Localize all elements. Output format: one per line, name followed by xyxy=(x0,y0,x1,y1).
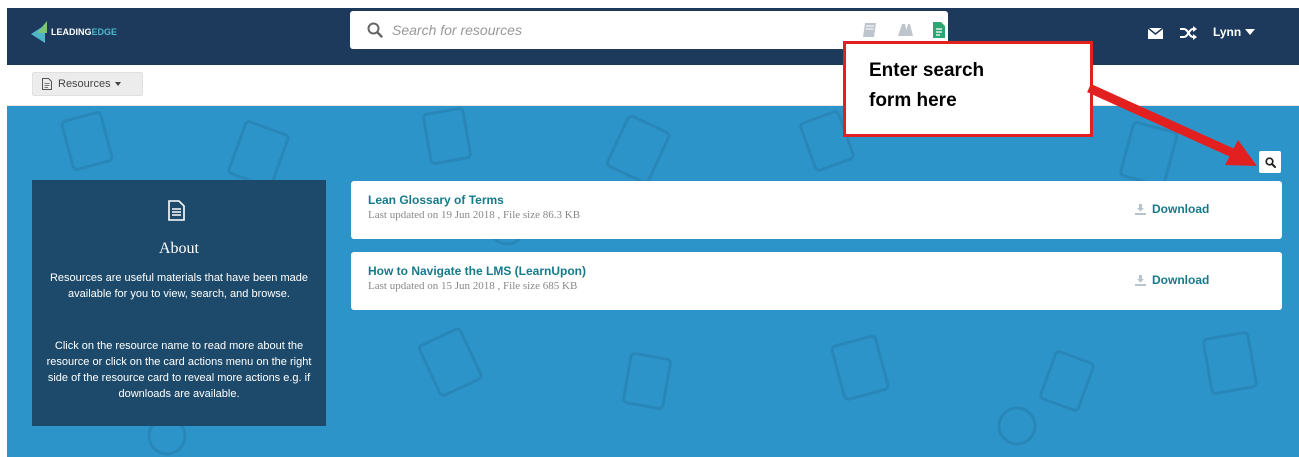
sub-navigation-bar: Resources xyxy=(7,65,1299,106)
caret-down-icon xyxy=(114,82,121,86)
resource-meta: Last updated on 19 Jun 2018 , File size … xyxy=(368,209,581,221)
callout-line-1: Enter search xyxy=(869,60,985,81)
about-panel: About Resources are useful materials tha… xyxy=(32,180,326,426)
callout-line-2: form here xyxy=(869,90,957,111)
download-icon xyxy=(1135,274,1146,286)
document-icon xyxy=(168,200,185,221)
download-button[interactable]: Download xyxy=(1135,273,1209,287)
user-menu[interactable]: Lynn xyxy=(1213,25,1256,39)
download-icon xyxy=(1135,203,1146,215)
download-label: Download xyxy=(1152,202,1210,216)
resource-title-link[interactable]: How to Navigate the LMS (LearnUpon) xyxy=(368,264,586,278)
resources-dropdown-label: Resources xyxy=(58,78,111,90)
document-icon[interactable] xyxy=(931,21,947,39)
logo-mark-icon xyxy=(31,21,49,43)
document-icon xyxy=(42,78,52,90)
about-instructions: Click on the resource name to read more … xyxy=(46,340,312,400)
logo[interactable]: LEADINGEDGE xyxy=(31,21,117,43)
resources-dropdown-button[interactable]: Resources xyxy=(32,72,143,96)
resource-card: Lean Glossary of Terms Last updated on 1… xyxy=(351,181,1282,239)
logo-text: LEADINGEDGE xyxy=(51,27,118,37)
book-icon[interactable] xyxy=(862,21,878,39)
shuffle-icon[interactable] xyxy=(1180,26,1197,40)
search-toggle-button[interactable] xyxy=(1259,151,1281,173)
chevron-down-icon xyxy=(1245,29,1256,35)
about-title: About xyxy=(159,240,199,257)
user-name: Lynn xyxy=(1213,25,1242,39)
top-navigation-bar: LEADINGEDGE Search for resources Lynn xyxy=(7,8,1299,65)
resource-title-link[interactable]: Lean Glossary of Terms xyxy=(368,193,504,207)
app-window: LEADINGEDGE Search for resources Lynn Re… xyxy=(7,8,1299,457)
search-icon xyxy=(367,22,383,38)
about-description: Resources are useful materials that have… xyxy=(49,272,309,300)
search-icon xyxy=(1264,156,1276,168)
search-input[interactable] xyxy=(392,19,822,41)
download-button[interactable]: Download xyxy=(1135,202,1209,216)
resources-main-area: About Resources are useful materials tha… xyxy=(7,106,1299,457)
link-icon[interactable] xyxy=(897,21,913,39)
mail-icon[interactable] xyxy=(1148,28,1163,39)
resource-meta: Last updated on 15 Jun 2018 , File size … xyxy=(368,280,578,292)
annotation-callout: Enter search form here xyxy=(843,41,1093,137)
resource-card: How to Navigate the LMS (LearnUpon) Last… xyxy=(351,252,1282,310)
download-label: Download xyxy=(1152,273,1210,287)
